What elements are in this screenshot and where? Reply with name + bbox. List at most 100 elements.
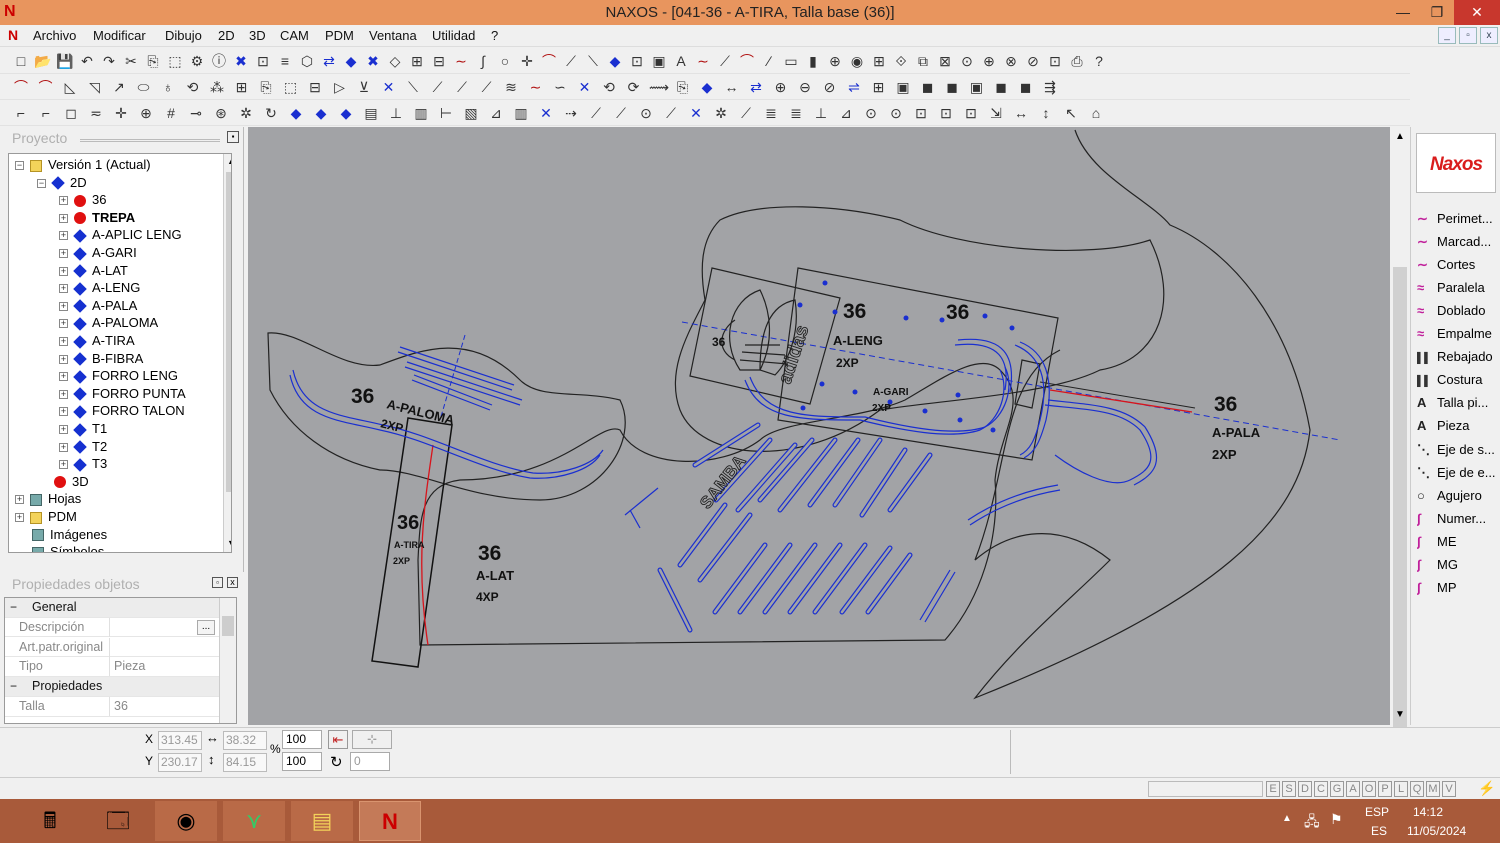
expand-icon[interactable]: +: [59, 407, 68, 417]
expand-icon[interactable]: +: [59, 249, 68, 259]
drawing-canvas[interactable]: 36 36 36 A-LENG 2XP A-GARI 2XP 36 A-PALA 2XP 36 A-P…: [248, 127, 1390, 725]
toolbar-tool-icon[interactable]: ◼: [943, 78, 961, 96]
toolbar-tool-icon[interactable]: ✕: [537, 104, 555, 122]
scale-y-field[interactable]: 100: [282, 752, 322, 771]
toolbar-tool-icon[interactable]: ⟋: [737, 104, 755, 122]
menu-3d[interactable]: 3D: [249, 28, 266, 43]
toolbar-tool-icon[interactable]: ⊥: [812, 104, 830, 122]
toolbar-tool-icon[interactable]: ⊕: [772, 78, 790, 96]
toolbar-tool-icon[interactable]: ○: [496, 52, 514, 70]
tree-item[interactable]: + A-LENG: [59, 279, 140, 296]
toolbar-tool-icon[interactable]: ↔: [723, 78, 741, 96]
toolbar-tool-icon[interactable]: ⟲: [184, 78, 202, 96]
toolbar-tool-icon[interactable]: ≣: [762, 104, 780, 122]
toolbar-tool-icon[interactable]: ⟲: [600, 78, 618, 96]
action-center-flag-icon[interactable]: ⚑: [1330, 811, 1343, 828]
tool-item[interactable]: ⋱ Eje de s...: [1417, 440, 1499, 462]
toolbar-tool-icon[interactable]: ⊻: [355, 78, 373, 96]
toolbar-tool-icon[interactable]: ▷: [331, 78, 349, 96]
naxos-taskbar-icon[interactable]: N: [359, 801, 421, 841]
tool-item[interactable]: A Talla pi...: [1417, 393, 1499, 415]
toolbar-tool-icon[interactable]: ⟋: [429, 78, 447, 96]
menu-pdm[interactable]: PDM: [325, 28, 354, 43]
cad-app-taskbar-icon[interactable]: ⋎: [223, 801, 285, 841]
tool-item[interactable]: ∫ Numer...: [1417, 509, 1499, 531]
tree-item[interactable]: Imágenes: [15, 526, 107, 543]
toolbar-tool-icon[interactable]: ⊡: [628, 52, 646, 70]
tool-item[interactable]: ∼ Marcad...: [1417, 232, 1499, 254]
tree-item[interactable]: + A-PALA: [59, 297, 137, 314]
menu-2d[interactable]: 2D: [218, 28, 235, 43]
toolbar-tool-icon[interactable]: ◆: [698, 78, 716, 96]
toolbar-tool-icon[interactable]: ∼: [527, 78, 545, 96]
tree-item[interactable]: + A-GARI: [59, 244, 137, 261]
toolbar-tool-icon[interactable]: ◇: [386, 52, 404, 70]
toolbar-tool-icon[interactable]: ▣: [650, 52, 668, 70]
toolbar-tool-icon[interactable]: ▭: [782, 52, 800, 70]
toolbar-tool-icon[interactable]: ⊸: [187, 104, 205, 122]
toolbar-tool-icon[interactable]: □: [12, 52, 30, 70]
menu-modificar[interactable]: Modificar: [93, 28, 146, 43]
tree-item[interactable]: + Hojas: [15, 490, 81, 507]
snap-mode-toggle[interactable]: P: [1378, 781, 1392, 797]
clock-date[interactable]: 11/05/2024: [1407, 824, 1466, 838]
toolbar-tool-icon[interactable]: ⊖: [796, 78, 814, 96]
toolbar-tool-icon[interactable]: ∽: [551, 78, 569, 96]
toolbar-tool-icon[interactable]: ⬚: [166, 52, 184, 70]
expand-icon[interactable]: +: [15, 513, 24, 523]
toolbar-tool-icon[interactable]: ↕: [1037, 104, 1055, 122]
toolbar-tool-icon[interactable]: ◆: [312, 104, 330, 122]
toolbar-tool-icon[interactable]: ⇢: [562, 104, 580, 122]
toolbar-tool-icon[interactable]: ✕: [380, 78, 398, 96]
toolbar-tool-icon[interactable]: ⊞: [233, 78, 251, 96]
toolbar-tool-icon[interactable]: ⁂: [208, 78, 226, 96]
toolbar-tool-icon[interactable]: ▥: [512, 104, 530, 122]
tree-item[interactable]: + FORRO LENG: [59, 367, 178, 384]
toolbar-tool-icon[interactable]: ⊡: [962, 104, 980, 122]
toolbar-tool-icon[interactable]: ⟋: [478, 78, 496, 96]
tree-item[interactable]: + A-PALOMA: [59, 314, 158, 331]
toolbar-tool-icon[interactable]: ⟋: [662, 104, 680, 122]
network-icon[interactable]: 🖧: [1304, 811, 1320, 835]
tree-item[interactable]: + FORRO TALON: [59, 402, 185, 419]
toolbar-tool-icon[interactable]: ⊡: [912, 104, 930, 122]
keyboard-layout[interactable]: ES: [1371, 824, 1387, 838]
toolbar-tool-icon[interactable]: ⌒: [540, 52, 558, 70]
toolbar-tool-icon[interactable]: ◺: [61, 78, 79, 96]
toolbar-tool-icon[interactable]: ⓘ: [210, 52, 228, 70]
tool-item[interactable]: ∫ MG: [1417, 555, 1499, 577]
mdi-minimize-button[interactable]: _: [1438, 27, 1456, 44]
toolbar-tool-icon[interactable]: ⌒: [738, 52, 756, 70]
snap-mode-toggle[interactable]: A: [1346, 781, 1360, 797]
tool-item[interactable]: ∫ MP: [1417, 578, 1499, 600]
tree-item[interactable]: + B-FIBRA: [59, 350, 143, 367]
explorer-window-taskbar-icon[interactable]: 🗔: [87, 801, 149, 841]
toolbar-tool-icon[interactable]: ▤: [362, 104, 380, 122]
property-row[interactable]: Art.patr.original: [5, 637, 219, 658]
toolbar-tool-icon[interactable]: ⌒: [12, 78, 30, 96]
toolbar-tool-icon[interactable]: ✖: [364, 52, 382, 70]
expand-icon[interactable]: +: [59, 460, 68, 470]
toolbar-tool-icon[interactable]: 📂: [34, 52, 52, 70]
toolbar-tool-icon[interactable]: ⌐: [12, 104, 30, 122]
tool-item[interactable]: ○ Agujero: [1417, 486, 1499, 508]
toolbar-tool-icon[interactable]: ⊙: [887, 104, 905, 122]
menu-archivo[interactable]: Archivo: [33, 28, 76, 43]
toolbar-tool-icon[interactable]: ▧: [462, 104, 480, 122]
tree-item[interactable]: + T2: [59, 438, 107, 455]
minimize-button[interactable]: —: [1386, 0, 1420, 25]
tree-item[interactable]: + FORRO PUNTA: [59, 385, 186, 402]
tool-item[interactable]: ≈ Doblado: [1417, 301, 1499, 323]
expand-icon[interactable]: +: [59, 389, 68, 399]
toolbar-tool-icon[interactable]: ⊘: [821, 78, 839, 96]
toolbar-tool-icon[interactable]: ◼: [992, 78, 1010, 96]
snap-mode-toggle[interactable]: M: [1426, 781, 1440, 797]
tree-item[interactable]: Símbolos: [15, 543, 104, 552]
expand-icon[interactable]: +: [59, 266, 68, 276]
canvas-scroll-down-icon[interactable]: ▼: [1395, 709, 1405, 720]
toolbar-tool-icon[interactable]: ∫: [474, 52, 492, 70]
tray-expand-icon[interactable]: ▲: [1282, 813, 1292, 824]
toolbar-tool-icon[interactable]: ≂: [87, 104, 105, 122]
toolbar-tool-icon[interactable]: ⇲: [987, 104, 1005, 122]
align-icon[interactable]: ⇤: [328, 730, 348, 749]
